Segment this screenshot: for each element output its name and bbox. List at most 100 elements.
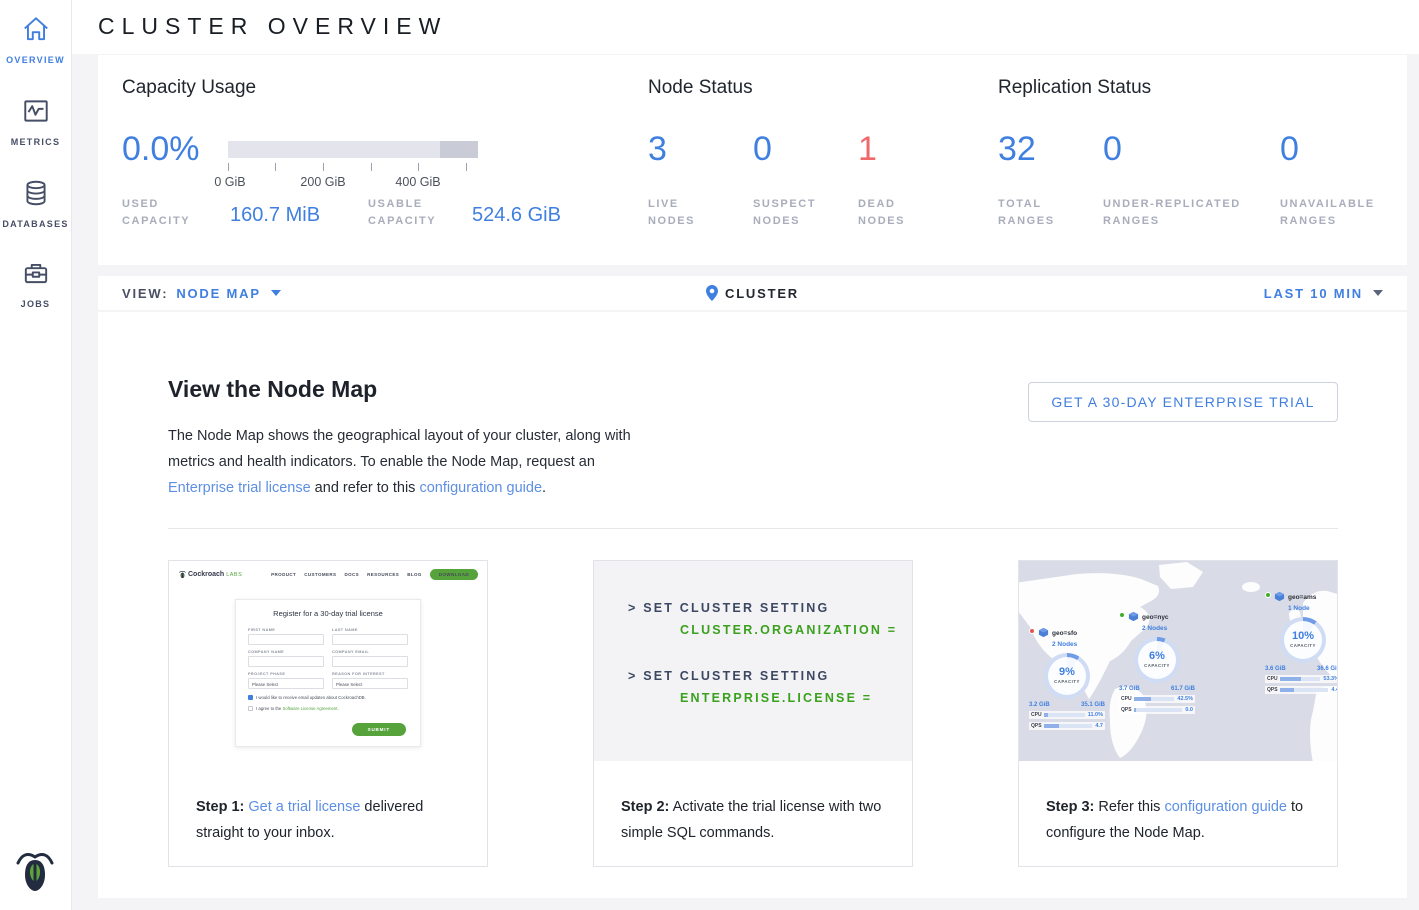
enterprise-trial-license-link[interactable]: Enterprise trial license	[168, 480, 311, 496]
mini-submit-button: SUBMIT	[352, 723, 406, 736]
capacity-gauge-ticks	[228, 163, 478, 172]
mini-select: Please Select	[248, 678, 324, 689]
capacity-percent: 0.0%	[122, 129, 200, 169]
mini-brand-text: Cockroach	[188, 571, 224, 578]
mini-site-nav: PRODUCT CUSTOMERS DOCS RESOURCES BLOG DO…	[271, 569, 478, 580]
locality-name: geo=ams	[1288, 594, 1316, 601]
breadcrumb[interactable]: CLUSTER	[706, 285, 799, 301]
cluster-summary-panel: Capacity Usage 0.0% 0 GiB 200 GiB 400 Gi…	[98, 55, 1407, 265]
map-widget-sfo: geo=sfo2 Nodes 9%CAPACITY 3.2 GiB35.1 Gi…	[1029, 627, 1105, 730]
sidebar-item-databases[interactable]: DATABASES	[0, 178, 71, 232]
sidebar-item-metrics[interactable]: METRICS	[0, 96, 71, 150]
node-status-title: Node Status	[648, 77, 753, 99]
capacity-donut: 9%CAPACITY	[1044, 653, 1090, 699]
capacity-gauge-reserved-segment	[440, 141, 478, 158]
step-3-label: Step 3:	[1046, 799, 1094, 815]
step-2-caption: Step 2: Activate the trial license with …	[621, 794, 894, 846]
capacity-gauge	[228, 141, 478, 158]
mini-input	[248, 634, 324, 645]
replication-status-title: Replication Status	[998, 77, 1151, 99]
under-replicated-ranges-label: UNDER-REPLICATED RANGES	[1103, 196, 1268, 230]
node-cube-icon	[1274, 591, 1285, 602]
get-trial-license-link[interactable]: Get a trial license	[248, 799, 360, 815]
mini-input	[332, 634, 408, 645]
sidebar-item-label: OVERVIEW	[6, 55, 65, 65]
configuration-guide-link[interactable]: configuration guide	[1164, 799, 1287, 815]
divider	[168, 528, 1338, 529]
location-pin-icon	[706, 285, 718, 301]
step-1-caption: Step 1: Get a trial license delivered st…	[196, 794, 469, 846]
capacity-donut: 6%CAPACITY	[1134, 637, 1180, 683]
status-dot-dead-icon	[1029, 628, 1035, 634]
locality-node-count: 1 Node	[1288, 605, 1310, 612]
jobs-icon	[21, 258, 51, 288]
home-icon	[21, 14, 51, 44]
tick-label: 0 GiB	[214, 175, 245, 189]
mini-checkbox-checked	[248, 695, 253, 700]
header-band: CLUSTER OVERVIEW	[72, 0, 1419, 54]
mini-download-button: DOWNLOAD	[430, 569, 478, 580]
map-widget-nyc: geo=nyc2 Nodes 6%CAPACITY 3.7 GiB61.7 Gi…	[1119, 611, 1195, 714]
databases-icon	[21, 178, 51, 208]
live-nodes-label: LIVE NODES	[648, 196, 728, 230]
main-area: CLUSTER OVERVIEW Capacity Usage 0.0% 0 G…	[72, 0, 1419, 910]
locality-node-count: 2 Nodes	[1142, 625, 1167, 632]
sql-prompt: >	[628, 669, 638, 683]
mini-field-label: REASON FOR INTEREST	[332, 672, 408, 676]
view-label: VIEW:	[122, 286, 168, 301]
sql-command: SET CLUSTER SETTING	[643, 669, 829, 683]
dead-nodes-value: 1	[858, 129, 877, 169]
time-range-value: LAST 10 MIN	[1264, 286, 1363, 301]
sidebar: OVERVIEW METRICS DATABASES JOBS	[0, 0, 72, 910]
configuration-guide-link[interactable]: configuration guide	[419, 480, 542, 496]
unavailable-ranges-value: 0	[1280, 129, 1299, 169]
sidebar-item-overview[interactable]: OVERVIEW	[0, 14, 71, 68]
locality-name: geo=sfo	[1052, 630, 1077, 637]
usable-capacity-label: USABLE CAPACITY	[368, 196, 468, 230]
under-replicated-ranges-value: 0	[1103, 129, 1122, 169]
mini-brand-suffix: LABS	[226, 572, 242, 578]
mini-site-header: Cockroach LABS PRODUCT CUSTOMERS DOCS RE…	[179, 569, 478, 580]
capacity-gauge-tick-labels: 0 GiB 200 GiB 400 GiB	[228, 175, 478, 191]
locality-name: geo=nyc	[1142, 614, 1169, 621]
sidebar-item-jobs[interactable]: JOBS	[0, 258, 71, 312]
view-selector-dropdown[interactable]: NODE MAP	[176, 286, 260, 301]
node-cube-icon	[1038, 627, 1049, 638]
total-ranges-value: 32	[998, 129, 1036, 169]
mini-field-label: COMPANY EMAIL	[332, 650, 408, 654]
mini-field-label: COMPANY NAME	[248, 650, 324, 654]
capacity-donut: 10%CAPACITY	[1280, 617, 1326, 663]
section-title: View the Node Map	[168, 376, 377, 403]
step-3-caption: Step 3: Refer this configuration guide t…	[1046, 794, 1319, 846]
mini-field-label: FIRST NAME	[248, 628, 324, 632]
breadcrumb-cluster-label: CLUSTER	[725, 286, 799, 301]
chevron-down-icon[interactable]	[271, 290, 281, 296]
cockroachdb-logo	[16, 848, 54, 894]
step-1-card: Cockroach LABS PRODUCT CUSTOMERS DOCS RE…	[168, 560, 488, 867]
time-range-dropdown[interactable]: LAST 10 MIN	[799, 286, 1383, 301]
section-description: The Node Map shows the geographical layo…	[168, 423, 636, 501]
mini-checkbox	[248, 706, 253, 711]
used-capacity-value: 160.7 MiB	[230, 204, 320, 227]
usable-capacity-value: 524.6 GiB	[472, 204, 561, 227]
tick-label: 400 GiB	[395, 175, 440, 189]
sql-argument: CLUSTER.ORGANIZATION =	[680, 623, 912, 637]
description-text: The Node Map shows the geographical layo…	[168, 428, 631, 470]
locality-node-count: 2 Nodes	[1052, 641, 1077, 648]
page-title: CLUSTER OVERVIEW	[98, 13, 447, 40]
step-2-label: Step 2:	[621, 799, 669, 815]
step-1-label: Step 1:	[196, 799, 244, 815]
dead-nodes-label: DEAD NODES	[858, 196, 938, 230]
mini-registration-form: Register for a 30-day trial license FIRS…	[235, 599, 421, 747]
mini-nav-item: BLOG	[407, 572, 422, 577]
mini-checkbox-label: I would like to receive email updates ab…	[256, 695, 366, 700]
mini-nav-item: DOCS	[344, 572, 359, 577]
tick-label: 200 GiB	[300, 175, 345, 189]
step-3-card: geo=sfo2 Nodes 9%CAPACITY 3.2 GiB35.1 Gi…	[1018, 560, 1338, 867]
view-bar: VIEW: NODE MAP CLUSTER LAST 10 MIN	[98, 276, 1407, 310]
get-enterprise-trial-button[interactable]: GET A 30-DAY ENTERPRISE TRIAL	[1028, 382, 1338, 422]
chevron-down-icon	[1373, 290, 1383, 296]
node-map-preview-image: geo=sfo2 Nodes 9%CAPACITY 3.2 GiB35.1 Gi…	[1019, 561, 1337, 761]
suspect-nodes-value: 0	[753, 129, 772, 169]
status-dot-live-icon	[1119, 612, 1125, 618]
